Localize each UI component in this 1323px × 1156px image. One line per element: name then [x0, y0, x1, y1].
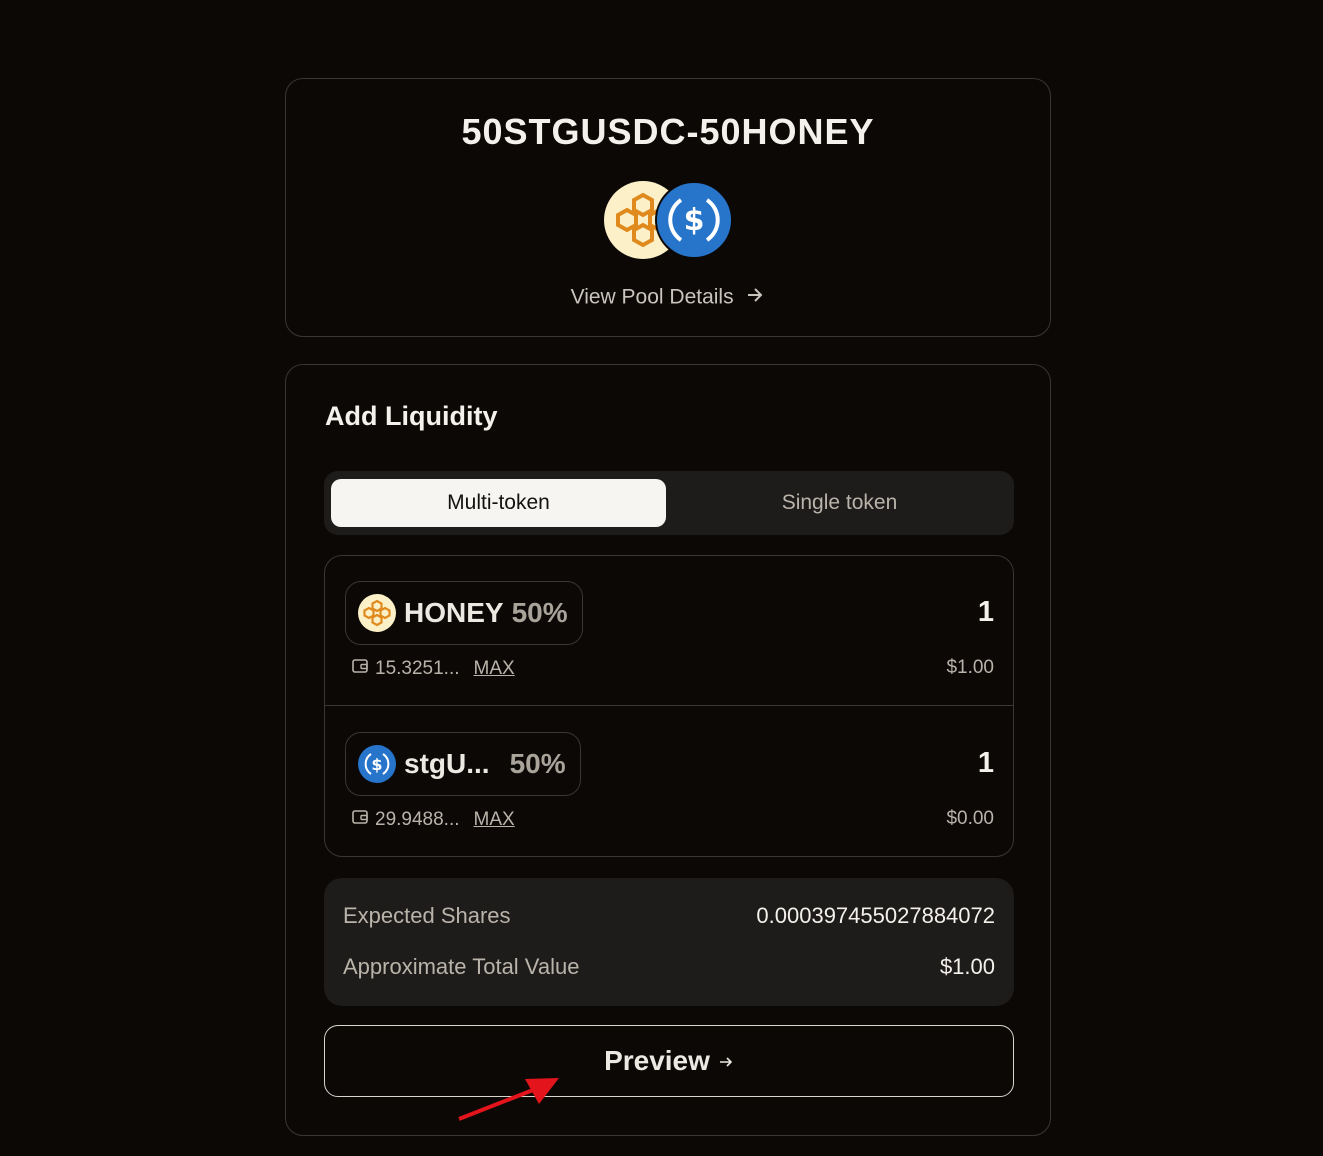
liquidity-mode-toggle: Multi-token Single token: [324, 471, 1014, 535]
add-liquidity-card: Add Liquidity Multi-token Single token H…: [285, 364, 1051, 1136]
total-value-value: $1.00: [939, 954, 995, 979]
tab-multi-token[interactable]: Multi-token: [331, 479, 666, 527]
pool-card: 50STGUSDC-50HONEY $ View Pool Details: [285, 78, 1051, 337]
expected-shares-label: Expected Shares: [343, 903, 511, 928]
max-button[interactable]: MAX: [474, 658, 515, 680]
honey-icon: [358, 594, 396, 632]
token-balance: 15.3251... MAX: [351, 657, 515, 681]
tab-single-token[interactable]: Single token: [672, 479, 1007, 527]
token-balance-value: 29.9488...: [375, 809, 460, 830]
token-weight: 50%: [511, 597, 568, 628]
usdc-icon: $: [358, 745, 396, 783]
svg-text:$: $: [684, 203, 705, 238]
view-pool-details-link[interactable]: View Pool Details: [286, 285, 1050, 311]
total-value-row: Approximate Total Value $1.00: [343, 954, 995, 980]
token-balance: 29.9488... MAX: [351, 808, 515, 832]
preview-button[interactable]: Preview: [324, 1025, 1014, 1097]
add-liquidity-title: Add Liquidity: [325, 401, 498, 431]
token-usd-value: $1.00: [946, 657, 994, 678]
token-inputs: HONEY 50% 1 15.3251... MAX $1.00 $ stgU.…: [324, 555, 1014, 857]
liquidity-summary: Expected Shares 0.000397455027884072 App…: [324, 878, 1014, 1006]
token-usd-value: $0.00: [946, 808, 994, 829]
total-value-label: Approximate Total Value: [343, 954, 580, 979]
svg-text:$: $: [371, 755, 382, 774]
max-button[interactable]: MAX: [474, 809, 515, 831]
wallet-icon: [351, 657, 369, 681]
arrow-right-icon: [718, 1045, 734, 1077]
token-symbol: HONEY: [404, 597, 504, 628]
preview-label: Preview: [604, 1045, 710, 1076]
pool-title: 50STGUSDC-50HONEY: [461, 111, 875, 152]
usdc-icon: $: [655, 181, 733, 259]
token-selector-stgusdc[interactable]: $ stgU... 50%: [345, 732, 581, 796]
view-pool-details-label: View Pool Details: [570, 285, 734, 309]
annotation-arrow-icon: [458, 1078, 559, 1121]
token-weight: 50%: [509, 748, 566, 779]
arrow-right-icon: [745, 285, 765, 311]
token-row-stgusdc: $ stgU... 50% 1 29.9488... MAX $0.00: [325, 707, 1013, 857]
token-amount-input[interactable]: 1: [978, 747, 994, 780]
token-row-honey: HONEY 50% 1 15.3251... MAX $1.00: [325, 556, 1013, 706]
expected-shares-value: 0.000397455027884072: [756, 903, 995, 928]
token-selector-honey[interactable]: HONEY 50%: [345, 581, 583, 645]
wallet-icon: [351, 808, 369, 832]
token-balance-value: 15.3251...: [375, 658, 460, 679]
token-symbol: stgU...: [404, 748, 490, 779]
pool-token-icons: $: [604, 181, 734, 261]
expected-shares-row: Expected Shares 0.000397455027884072: [343, 903, 995, 929]
token-amount-input[interactable]: 1: [978, 596, 994, 629]
